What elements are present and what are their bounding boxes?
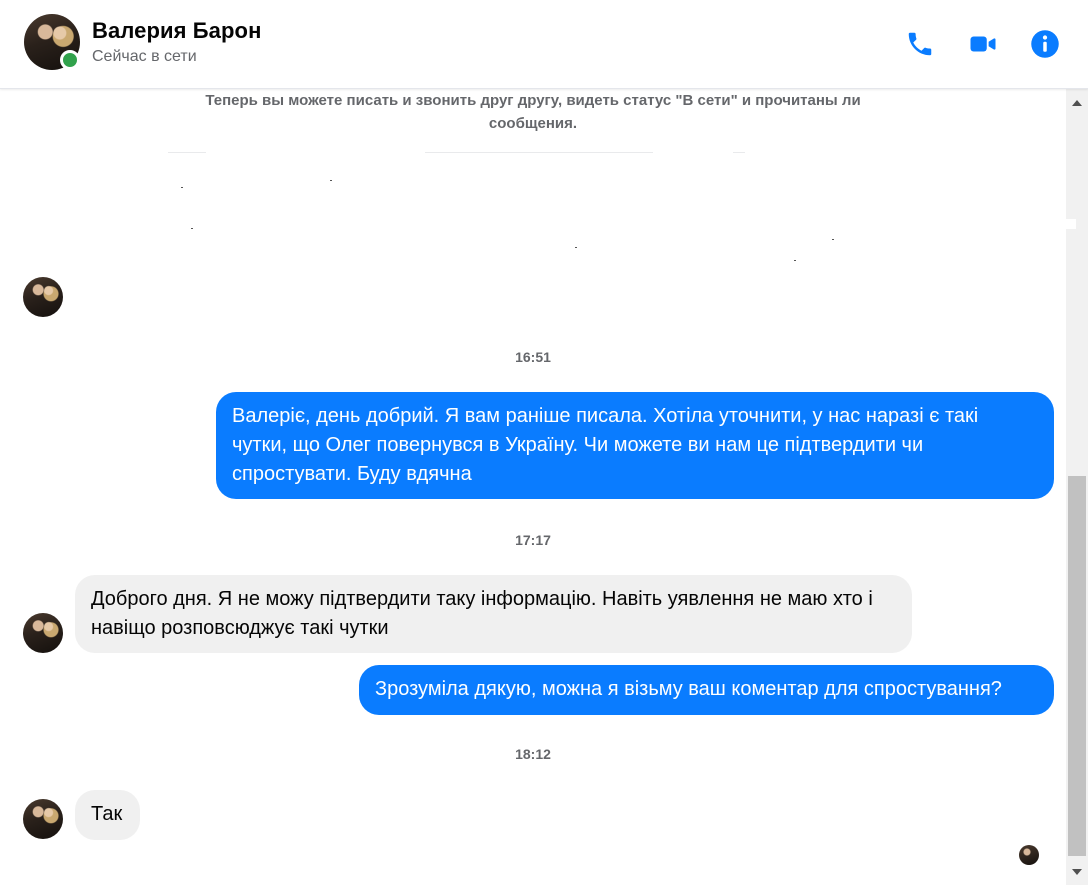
speck xyxy=(575,247,577,248)
contact-avatar-wrap[interactable] xyxy=(24,14,80,70)
message-bubble-outgoing[interactable]: Зрозуміла дякую, можна я візьму ваш коме… xyxy=(359,665,1054,715)
contact-avatar-small[interactable] xyxy=(23,799,63,839)
chat-window: Валерия Барон Сейчас в сети Теперь вы мо… xyxy=(0,0,1088,885)
speck xyxy=(832,239,834,240)
message-list[interactable]: Теперь вы можете писать и звонить друг д… xyxy=(0,89,1066,885)
speck xyxy=(330,180,332,181)
seen-receipt-avatar xyxy=(1019,845,1039,865)
scroll-down-arrow-icon[interactable] xyxy=(1066,861,1088,883)
speck xyxy=(794,260,796,261)
speck xyxy=(191,228,193,229)
divider xyxy=(733,152,745,153)
message-bubble-incoming[interactable]: Так xyxy=(75,790,140,840)
timestamp: 16:51 xyxy=(515,349,551,365)
chat-header: Валерия Барон Сейчас в сети xyxy=(0,0,1088,89)
scrollbar-gap xyxy=(1066,219,1076,229)
contact-avatar-small[interactable] xyxy=(23,277,63,317)
phone-icon[interactable] xyxy=(904,28,936,60)
scrollbar[interactable] xyxy=(1066,89,1088,885)
timestamp: 18:12 xyxy=(515,746,551,762)
video-camera-icon[interactable] xyxy=(967,28,999,60)
contact-avatar-small[interactable] xyxy=(23,613,63,653)
divider xyxy=(168,152,206,153)
message-bubble-outgoing[interactable]: Валеріє, день добрий. Я вам раніше писал… xyxy=(216,392,1054,499)
speck xyxy=(181,187,183,188)
online-status-dot xyxy=(60,50,80,70)
scrollbar-thumb[interactable] xyxy=(1068,476,1086,856)
contact-name[interactable]: Валерия Барон xyxy=(92,18,261,44)
system-note: Теперь вы можете писать и звонить друг д… xyxy=(205,92,861,132)
message-bubble-incoming[interactable]: Доброго дня. Я не можу підтвердити таку … xyxy=(75,575,912,653)
timestamp: 17:17 xyxy=(515,532,551,548)
divider xyxy=(425,152,653,153)
scroll-up-arrow-icon[interactable] xyxy=(1066,91,1088,113)
info-icon[interactable] xyxy=(1029,28,1061,60)
contact-status: Сейчас в сети xyxy=(92,48,197,65)
